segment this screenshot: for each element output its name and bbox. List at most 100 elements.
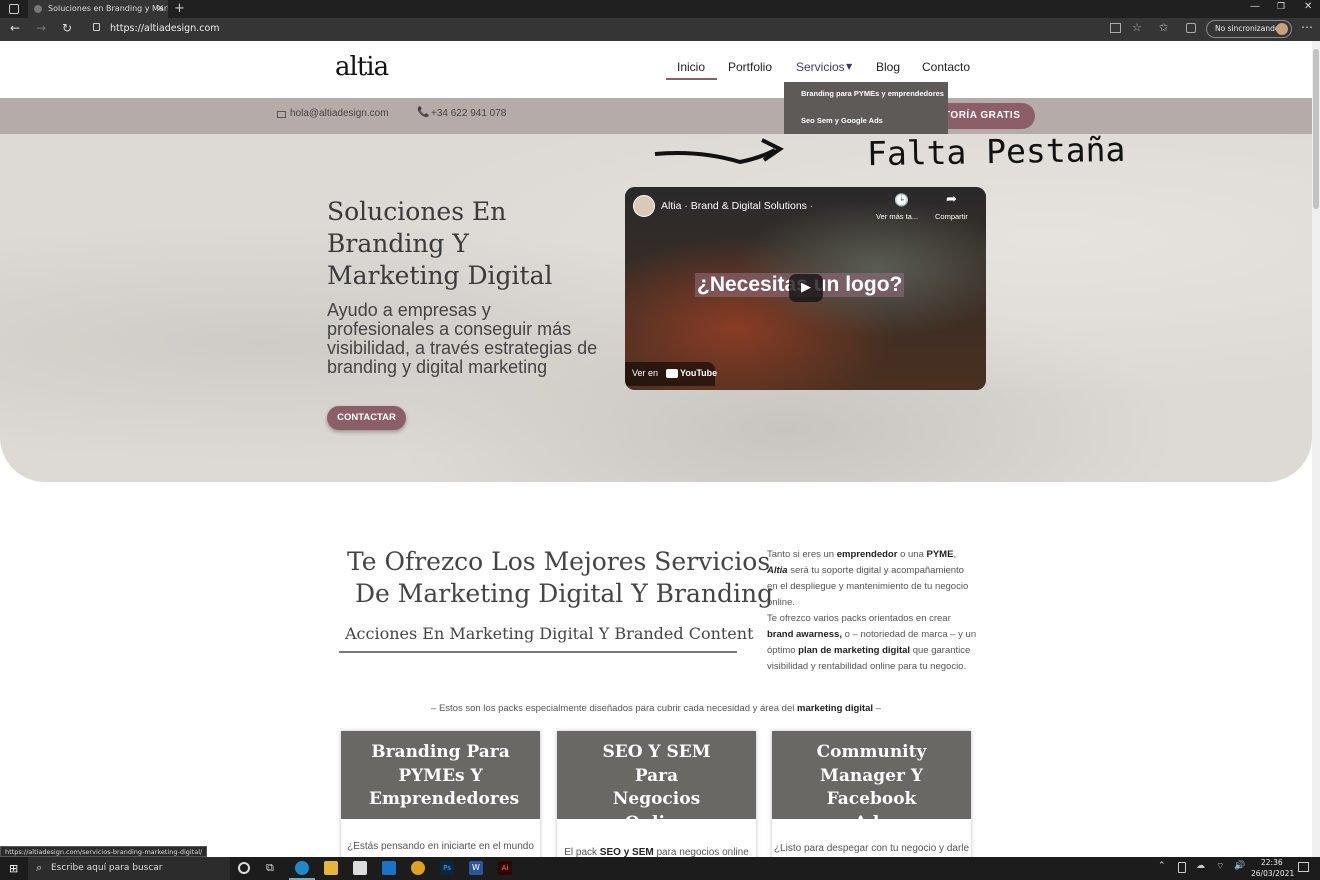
nav-servicios[interactable]: Servicios <box>796 60 845 74</box>
new-tab-button[interactable]: + <box>174 1 185 16</box>
nav-portfolio[interactable]: Portfolio <box>728 60 772 74</box>
text-bold: PYME <box>926 549 954 560</box>
favorites-icon[interactable]: ✩ <box>1159 21 1168 34</box>
clock-time[interactable]: 22:36 <box>1261 858 1283 867</box>
pack-card-branding[interactable]: Branding Para PYMEs Y Emprendedores ¿Est… <box>341 731 540 861</box>
refresh-icon[interactable]: ↻ <box>62 21 72 35</box>
browser-tab[interactable]: Soluciones en Branding y Marke ✕ <box>28 0 168 18</box>
clock-date[interactable]: 26/03/2021 <box>1251 869 1294 878</box>
text-bold: brand awarness, <box>767 629 842 640</box>
profile-avatar <box>1276 23 1288 35</box>
nav-inicio[interactable]: Inicio <box>677 60 705 74</box>
store-icon[interactable] <box>353 861 367 875</box>
windows-start-icon[interactable]: ⊞ <box>9 862 18 875</box>
nav-contacto[interactable]: Contacto <box>922 60 970 74</box>
url-field[interactable]: https://altiadesign.com <box>110 23 220 34</box>
windows-taskbar: ⊞ ⌕ Escribe aquí para buscar ⧉ Ps W Ai ⌃… <box>0 857 1320 880</box>
site-favicon-icon <box>34 5 42 13</box>
youtube-video-embed[interactable]: Altia · Brand & Digital Solutions · 🕒 Ve… <box>625 187 986 390</box>
pack-card-community-manager[interactable]: Community Manager Y Facebook Ads ¿Listo … <box>772 731 971 861</box>
task-view-icon[interactable]: ⧉ <box>266 861 274 875</box>
text-fragment: – <box>873 703 881 714</box>
tray-network-icon[interactable]: ⌔ <box>1216 861 1224 872</box>
contact-bar: hola@altiadesign.com 📞 +34 622 941 078 T… <box>0 98 1312 134</box>
close-window-button[interactable]: ✕ <box>1304 1 1312 12</box>
more-options-icon[interactable]: ⋯ <box>1301 20 1313 34</box>
pack-title[interactable]: Branding Para PYMEs Y Emprendedores <box>341 731 540 819</box>
close-tab-icon[interactable]: ✕ <box>156 0 164 18</box>
dropdown-item-branding[interactable]: Branding para PYMEs y emprendedores <box>801 89 944 98</box>
reader-view-icon[interactable] <box>1110 23 1121 33</box>
edge-taskbar-icon[interactable] <box>295 861 309 875</box>
nav-blog[interactable]: Blog <box>876 60 900 74</box>
pack-card-seo-sem[interactable]: SEO Y SEM Para Negocios Online El pack S… <box>557 731 756 861</box>
clock-icon[interactable]: 🕒 <box>894 193 909 207</box>
taskbar-search-box[interactable]: ⌕ Escribe aquí para buscar <box>28 857 230 880</box>
tray-chevron-icon[interactable]: ⌃ <box>1158 861 1166 871</box>
cortana-icon[interactable] <box>238 862 250 874</box>
dropdown-item-seo-sem[interactable]: Seo Sem y Google Ads <box>801 116 883 125</box>
tray-onedrive-icon[interactable]: ☁ <box>1196 861 1205 871</box>
tab-actions-icon[interactable] <box>9 4 19 14</box>
mail-app-icon[interactable] <box>382 861 396 875</box>
back-icon[interactable]: ← <box>10 21 20 35</box>
free-consultation-label: TORÍA GRATIS <box>944 110 1021 121</box>
services-subheading: Acciones En Marketing Digital Y Branded … <box>345 624 754 643</box>
channel-avatar[interactable] <box>633 195 655 217</box>
tray-volume-icon[interactable]: 🔊 <box>1234 861 1245 871</box>
text-fragment: Tanto si eres un <box>767 549 837 560</box>
notifications-icon[interactable] <box>1298 862 1309 872</box>
subheading-divider <box>339 651 737 653</box>
nav-active-underline <box>666 78 717 80</box>
contact-button[interactable]: CONTACTAR <box>327 406 406 430</box>
packs-intro: – Estos son los packs especialmente dise… <box>0 703 1312 714</box>
contact-button-label: CONTACTAR <box>337 412 396 423</box>
contact-email[interactable]: hola@altiadesign.com <box>290 108 389 119</box>
mail-icon <box>277 111 286 118</box>
maximize-window-button[interactable]: ❐ <box>1277 2 1285 12</box>
pack-title[interactable]: SEO Y SEM Para Negocios Online <box>557 731 756 833</box>
chevron-down-icon[interactable]: ▼ <box>846 62 852 71</box>
share-label[interactable]: Compartir <box>935 212 968 221</box>
browser-tab-bar: Soluciones en Branding y Marke ✕ + — ❐ ✕ <box>0 0 1320 18</box>
file-explorer-icon[interactable] <box>324 861 338 875</box>
sync-label: No sincronizando <box>1215 24 1280 33</box>
text-fragment: o una <box>897 549 927 560</box>
minimize-window-button[interactable]: — <box>1250 1 1260 12</box>
site-logo[interactable]: altia <box>335 52 389 82</box>
play-button[interactable]: ▶ <box>789 274 823 302</box>
phone-icon: 📞 <box>417 107 430 118</box>
annotation-text: Falta Pestaña <box>866 129 1126 174</box>
forward-icon[interactable]: → <box>36 21 46 35</box>
chrome-icon[interactable] <box>411 861 425 875</box>
watch-later-label[interactable]: Ver más ta... <box>876 212 918 221</box>
servicios-dropdown-menu: Branding para PYMEs y emprendedores Seo … <box>784 82 948 134</box>
word-icon[interactable]: W <box>469 861 483 875</box>
lock-icon <box>93 23 100 31</box>
contact-phone[interactable]: +34 622 941 078 <box>431 108 506 119</box>
services-paragraph-1: Tanto si eres un emprendedor o una PYME,… <box>767 547 977 611</box>
text-fragment: será tu soporte digital y acompañamiento… <box>767 565 969 608</box>
add-favorite-icon[interactable]: ☆ <box>1132 21 1142 34</box>
search-icon: ⌕ <box>36 861 43 874</box>
photoshop-icon[interactable]: Ps <box>440 861 454 875</box>
tray-device-icon[interactable] <box>1178 862 1186 873</box>
text-bold-italic: Altia <box>767 565 788 576</box>
site-header <box>0 41 1312 98</box>
sync-status-button[interactable]: No sincronizando <box>1206 20 1292 38</box>
scrollbar-thumb[interactable] <box>1313 49 1319 209</box>
taskbar-search-placeholder: Escribe aquí para buscar <box>51 863 163 873</box>
pack-title[interactable]: Community Manager Y Facebook Ads <box>772 731 971 833</box>
pack-description: ¿Listo para despegar con tu negocio y da… <box>773 843 970 854</box>
hero-title: Soluciones En Branding Y Marketing Digit… <box>327 197 553 290</box>
page-scrollbar[interactable] <box>1312 41 1320 857</box>
text-fragment: – Estos son los packs especialmente dise… <box>431 703 797 714</box>
status-url: https://altiadesign.com/servicios-brandi… <box>0 846 208 857</box>
share-icon[interactable]: ➦ <box>946 192 957 207</box>
collections-icon[interactable] <box>1186 23 1196 33</box>
watch-on-label: Ver en <box>632 368 659 378</box>
text-bold: marketing digital <box>797 703 874 714</box>
youtube-logo-icon <box>666 369 678 378</box>
video-title[interactable]: Altia · Brand & Digital Solutions · <box>661 200 813 212</box>
illustrator-icon[interactable]: Ai <box>498 861 512 875</box>
